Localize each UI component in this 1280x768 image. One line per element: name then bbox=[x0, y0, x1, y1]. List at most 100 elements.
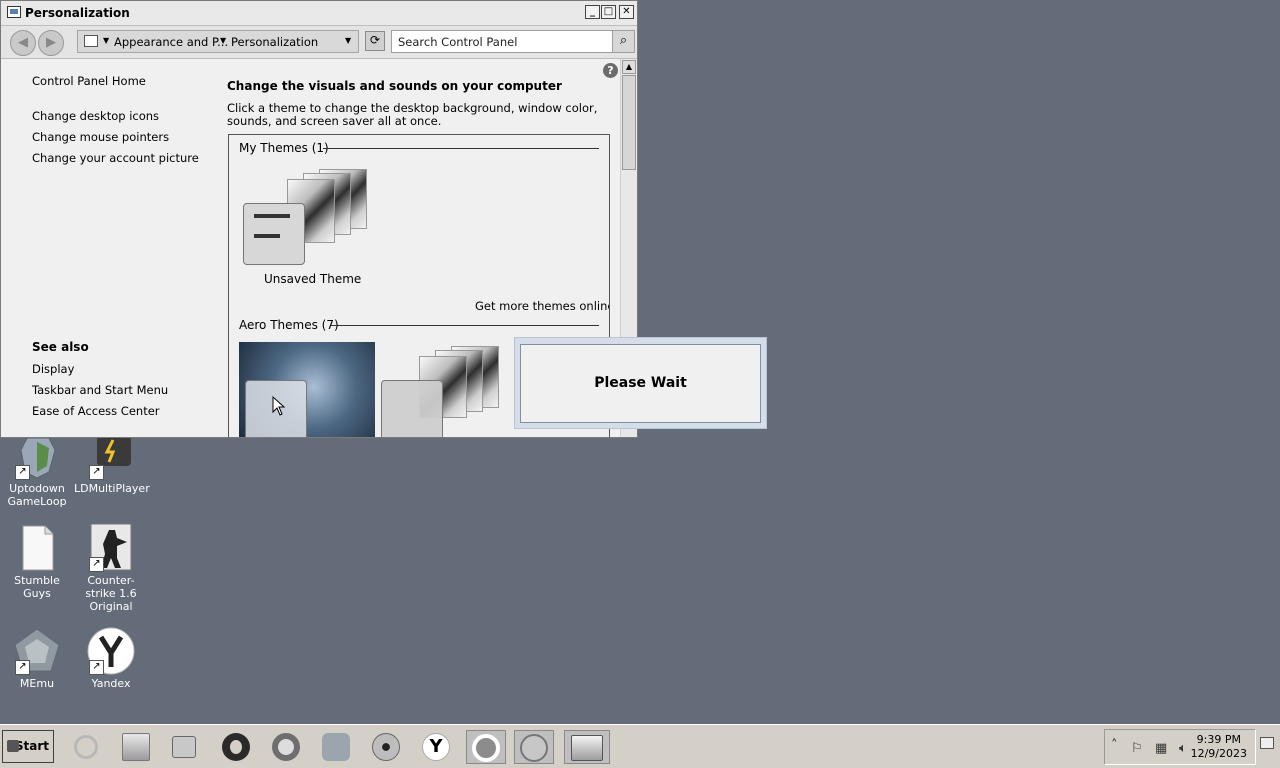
title-bar[interactable]: Personalization _ □ ✕ bbox=[1, 1, 637, 26]
desktop-icon-gameloop[interactable]: ↗ Uptodown GameLoop bbox=[0, 432, 74, 508]
blank-file-icon bbox=[13, 524, 61, 572]
search-input[interactable] bbox=[398, 34, 603, 49]
clock-time: 9:39 PM bbox=[1196, 733, 1241, 746]
my-themes-header: My Themes (1) bbox=[239, 141, 329, 155]
change-account-picture-link[interactable]: Change your account picture bbox=[32, 151, 199, 165]
forward-arrow-icon: ▶ bbox=[46, 35, 56, 50]
taskbar-chrome[interactable] bbox=[266, 730, 306, 764]
media-player-icon bbox=[172, 736, 196, 758]
desktop-icon-ldmultiplayer[interactable]: ↗ LDMultiPlayer bbox=[74, 432, 150, 495]
back-button[interactable]: ◀ bbox=[10, 30, 36, 56]
clock[interactable]: 9:39 PM 12/9/2023 bbox=[1191, 733, 1247, 761]
desktop-icon-label: Yandex bbox=[91, 677, 131, 690]
clock-date: 12/9/2023 bbox=[1190, 747, 1247, 760]
ease-of-access-link[interactable]: Ease of Access Center bbox=[32, 404, 160, 418]
opera-icon bbox=[222, 733, 250, 761]
address-bar[interactable]: ▼ Appearance and P... ▼ Personalization … bbox=[77, 30, 359, 53]
desktop-icon-stumble-guys[interactable]: Stumble Guys bbox=[0, 524, 74, 600]
start-button[interactable]: Start bbox=[2, 730, 54, 763]
scroll-thumb[interactable] bbox=[622, 75, 636, 170]
show-desktop-button[interactable] bbox=[1260, 737, 1274, 749]
ld-icon bbox=[520, 734, 548, 762]
volume-icon[interactable]: 🔈︎ bbox=[1179, 741, 1187, 756]
yandex-icon: Y bbox=[422, 733, 450, 761]
windows-flag-icon bbox=[7, 740, 19, 752]
section-divider bbox=[331, 325, 599, 326]
breadcrumb-appearance[interactable]: Appearance and P... bbox=[114, 35, 228, 49]
page-heading: Change the visuals and sounds on your co… bbox=[227, 79, 562, 93]
show-hidden-icons-chevron-icon[interactable]: ˄ bbox=[1111, 738, 1118, 753]
desktop-icon-label: Counter-strike 1.6 Original bbox=[85, 574, 137, 613]
taskbar-internet-explorer[interactable] bbox=[66, 730, 106, 764]
theme-color-preview bbox=[243, 203, 305, 265]
breadcrumb-chevron-icon[interactable]: ▼ bbox=[103, 36, 109, 45]
change-mouse-pointers-link[interactable]: Change mouse pointers bbox=[32, 130, 169, 144]
keyhole-icon bbox=[372, 733, 400, 761]
desktop-icon-memu[interactable]: ↗ MEmu bbox=[0, 627, 74, 690]
window-title: Personalization bbox=[25, 6, 130, 20]
close-button[interactable]: ✕ bbox=[619, 5, 634, 19]
network-icon[interactable]: ▦ bbox=[1155, 741, 1167, 756]
search-button[interactable]: ⌕ bbox=[612, 31, 634, 52]
shortcut-arrow-icon: ↗ bbox=[15, 465, 30, 480]
theme-color-preview bbox=[381, 380, 443, 437]
action-center-icon[interactable]: ⚐ bbox=[1131, 741, 1143, 756]
taskbar-opera[interactable] bbox=[216, 730, 256, 764]
aero-themes-header: Aero Themes (7) bbox=[239, 318, 339, 332]
control-panel-icon bbox=[571, 735, 603, 761]
taskbar-ld[interactable] bbox=[514, 730, 554, 764]
taskbar-control-panel[interactable] bbox=[564, 730, 610, 764]
taskbar-security-app[interactable] bbox=[316, 730, 356, 764]
page-description: Click a theme to change the desktop back… bbox=[227, 101, 598, 128]
minimize-button[interactable]: _ bbox=[585, 5, 600, 19]
taskbar-keyhole-app[interactable] bbox=[366, 730, 406, 764]
taskbar-yandex[interactable]: Y bbox=[416, 730, 456, 764]
desktop-icon-counter-strike[interactable]: ↗ Counter-strike 1.6 Original bbox=[74, 523, 148, 613]
refresh-icon: ⟳ bbox=[369, 33, 381, 47]
navigation-bar: ◀ ▶ ▼ Appearance and P... ▼ Personalizat… bbox=[1, 26, 637, 59]
aero-architecture-theme-thumbnail[interactable] bbox=[379, 342, 509, 437]
please-wait-dialog: Please Wait bbox=[514, 337, 767, 429]
shortcut-arrow-icon: ↗ bbox=[89, 557, 104, 572]
scroll-up-arrow-icon[interactable]: ▲ bbox=[622, 60, 636, 74]
system-tray: ˄ ⚐ ▦ 🔈︎ 9:39 PM 12/9/2023 bbox=[1104, 729, 1256, 765]
control-panel-home-link[interactable]: Control Panel Home bbox=[32, 74, 146, 88]
desktop-icon-label: Stumble Guys bbox=[14, 574, 60, 600]
maximize-button[interactable]: □ bbox=[601, 5, 616, 19]
get-more-themes-link[interactable]: Get more themes online bbox=[475, 299, 609, 313]
start-label: Start bbox=[14, 739, 49, 753]
please-wait-message: Please Wait bbox=[594, 375, 687, 391]
refresh-button[interactable]: ⟳ bbox=[365, 31, 385, 51]
mouse-cursor-icon bbox=[272, 396, 286, 416]
counter-strike-icon: ↗ bbox=[87, 523, 135, 572]
taskbar-media-player[interactable] bbox=[164, 730, 204, 764]
forward-button[interactable]: ▶ bbox=[38, 30, 64, 56]
window-icon bbox=[7, 6, 21, 18]
change-desktop-icons-link[interactable]: Change desktop icons bbox=[32, 109, 159, 123]
unsaved-theme-thumbnail[interactable] bbox=[243, 169, 373, 269]
desktop-icon-label: Uptodown GameLoop bbox=[7, 482, 67, 508]
desktop-icon-yandex[interactable]: ↗ Yandex bbox=[74, 627, 148, 690]
help-icon[interactable]: ? bbox=[603, 63, 618, 78]
shortcut-arrow-icon: ↗ bbox=[89, 660, 104, 675]
search-box: ⌕ bbox=[391, 30, 635, 53]
aero-windows7-theme-thumbnail[interactable] bbox=[239, 342, 375, 437]
breadcrumb-chevron-icon[interactable]: ▼ bbox=[220, 36, 226, 45]
taskbar: Start Y ˄ ⚐ ▦ 🔈︎ 9:39 PM 12/9/2023 bbox=[0, 724, 1280, 768]
yandex-icon: ↗ bbox=[87, 627, 135, 675]
unsaved-theme-label[interactable]: Unsaved Theme bbox=[264, 272, 361, 286]
please-wait-panel: Please Wait bbox=[520, 344, 761, 423]
address-dropdown-icon[interactable]: ▼ bbox=[345, 36, 351, 45]
chrome-icon bbox=[272, 733, 300, 761]
desktop-icon-label: LDMultiPlayer bbox=[74, 482, 150, 495]
taskbar-gameloop[interactable] bbox=[466, 730, 506, 764]
display-link[interactable]: Display bbox=[32, 362, 74, 376]
breadcrumb-personalization[interactable]: Personalization bbox=[231, 35, 318, 49]
memu-icon: ↗ bbox=[13, 627, 61, 675]
gameloop-shield-icon: ↗ bbox=[13, 432, 61, 480]
shortcut-arrow-icon: ↗ bbox=[15, 660, 30, 675]
control-panel-icon bbox=[84, 35, 98, 47]
taskbar-file-explorer[interactable] bbox=[116, 730, 156, 764]
taskbar-start-menu-link[interactable]: Taskbar and Start Menu bbox=[32, 383, 168, 397]
internet-explorer-icon bbox=[74, 735, 98, 759]
